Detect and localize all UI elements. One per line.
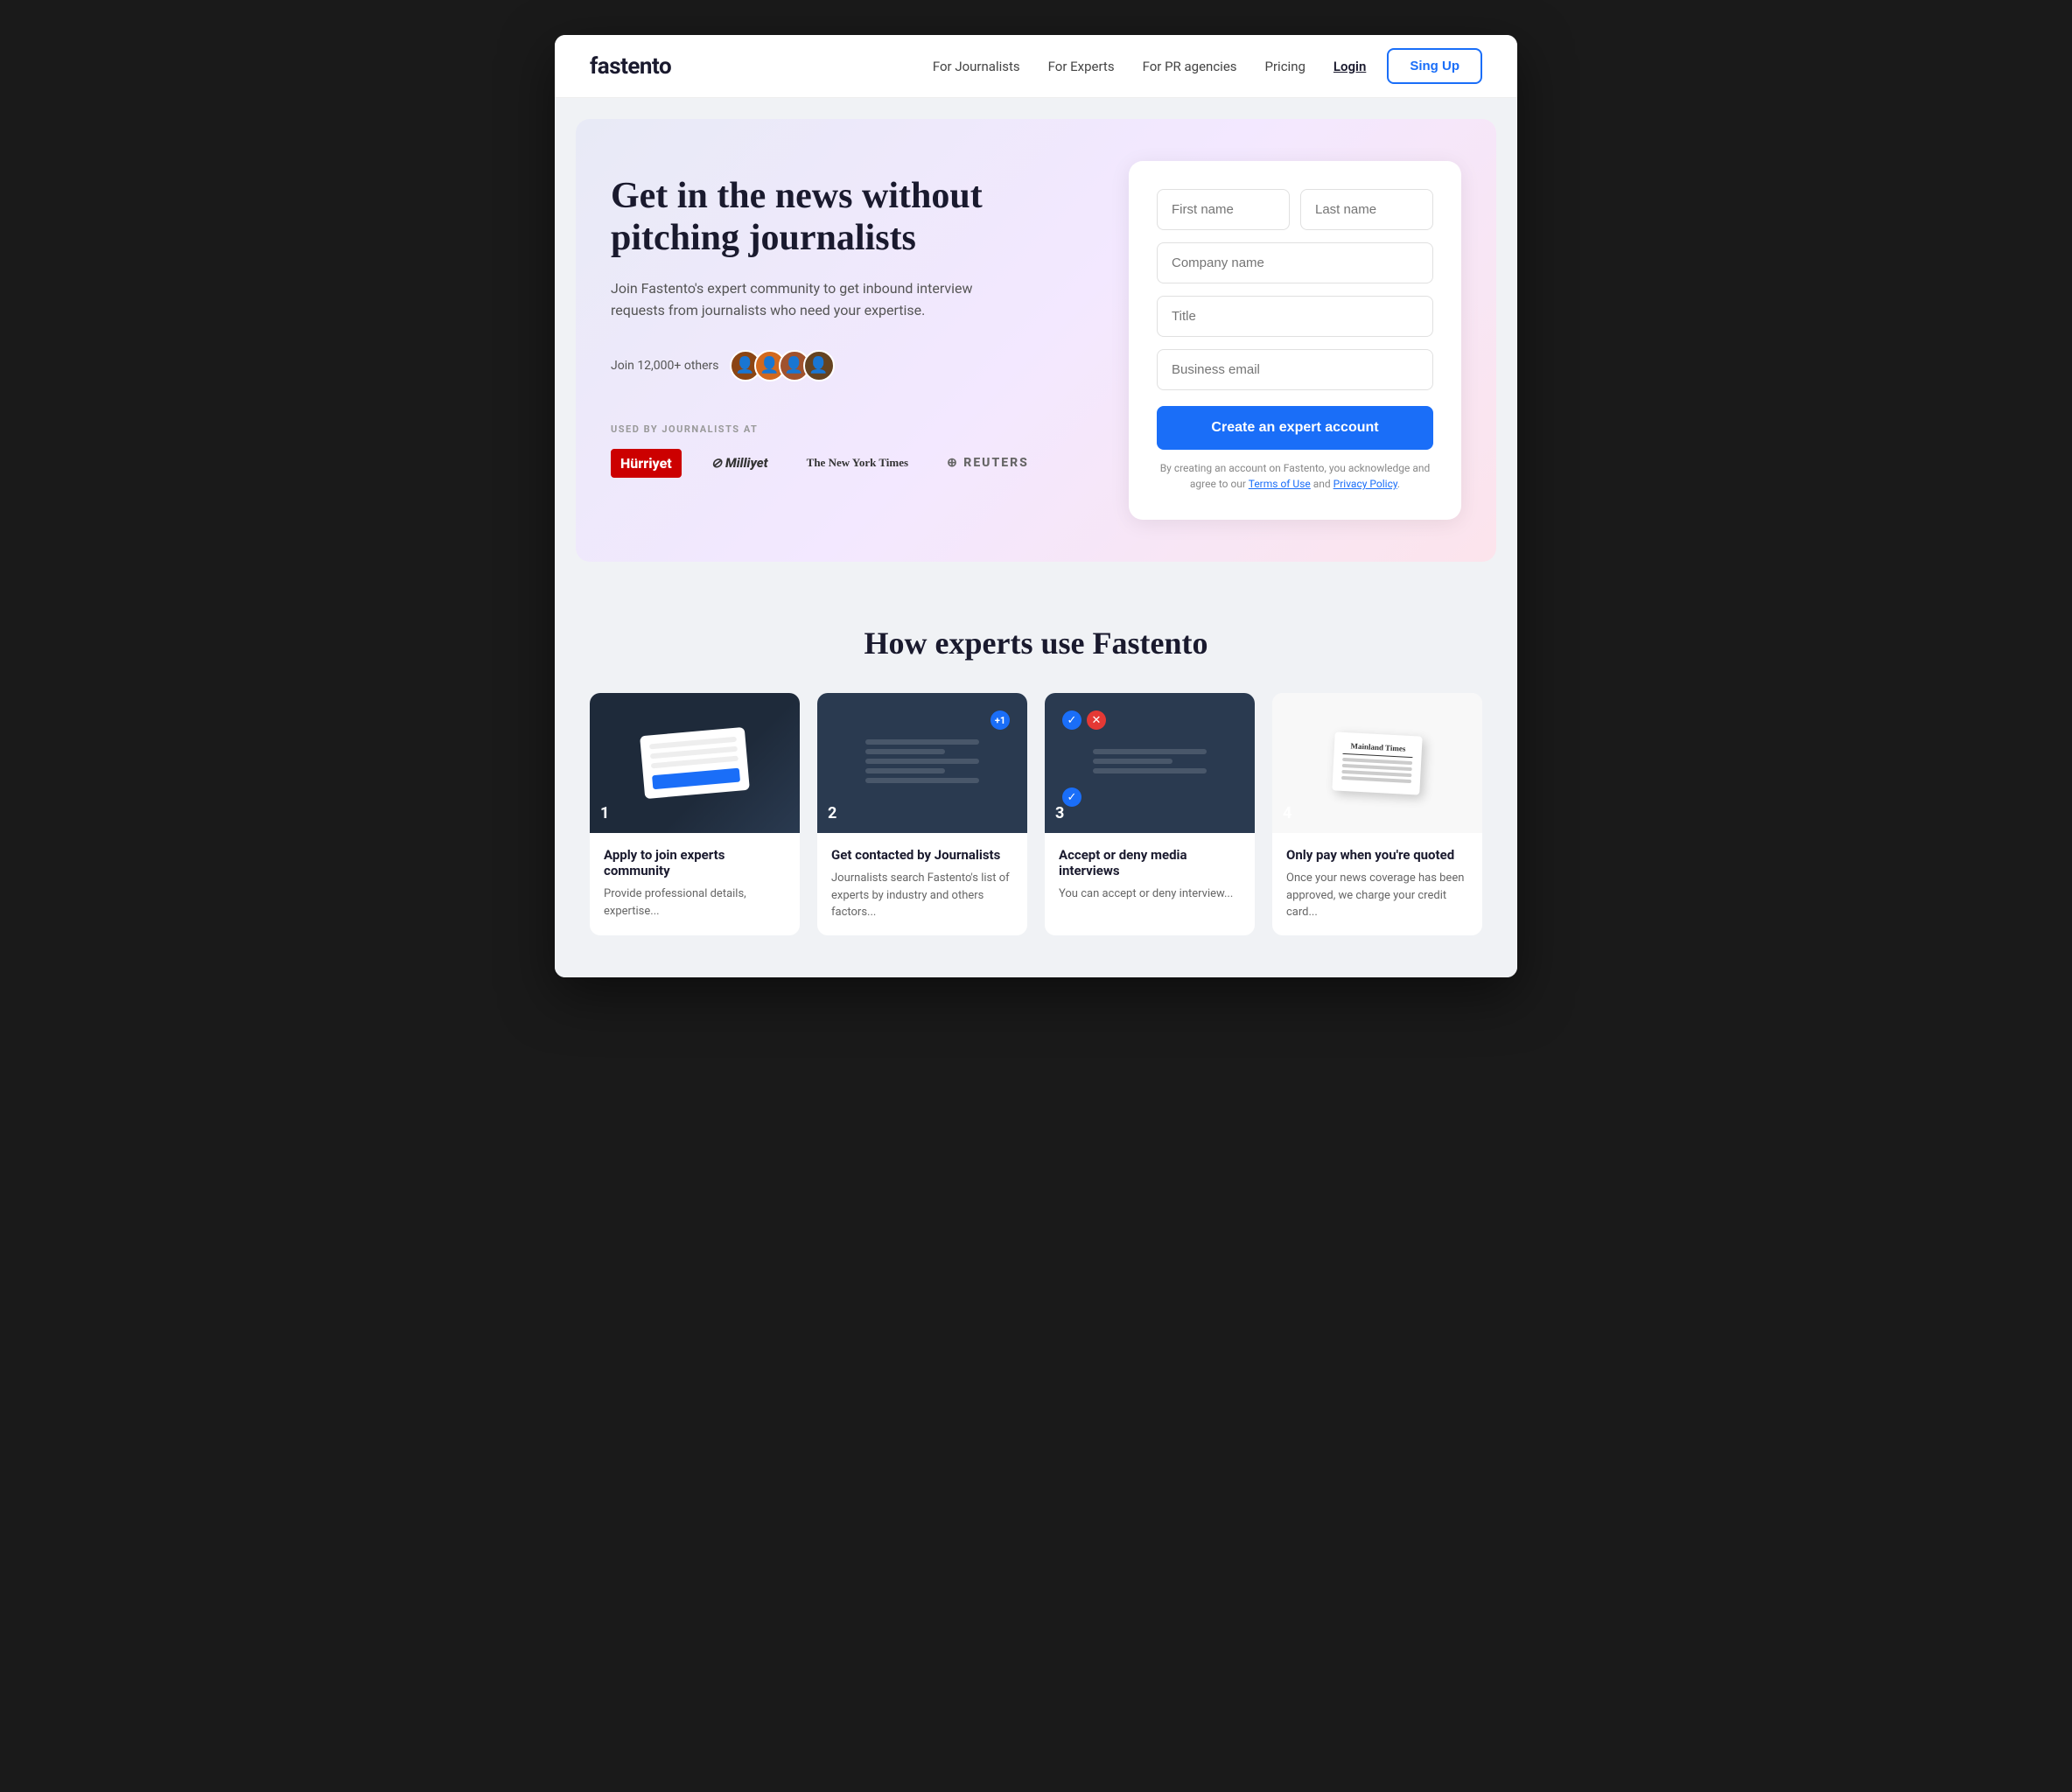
nav-item-login[interactable]: Login: [1334, 58, 1366, 74]
mock-line-dark: [1093, 749, 1207, 754]
step-number-4: 4: [1283, 804, 1292, 822]
newspaper-mockup: Mainland Times: [1332, 732, 1422, 794]
lines-mockup-3: [1093, 749, 1207, 778]
mock-line-dark: [865, 768, 945, 774]
nav-link-login[interactable]: Login: [1334, 59, 1366, 74]
mock-line-dark: [865, 749, 945, 754]
nav-item-experts[interactable]: For Experts: [1048, 58, 1115, 74]
email-input[interactable]: [1157, 349, 1433, 390]
mock-line-dark: [1093, 759, 1172, 764]
logo-milliyet: ⊘ Milliyet: [703, 450, 777, 476]
title-group: [1157, 296, 1433, 337]
create-account-button[interactable]: Create an expert account: [1157, 406, 1433, 450]
step-desc-3: You can accept or deny interview...: [1059, 886, 1241, 903]
step-number-2: 2: [828, 804, 836, 822]
mock-line-dark: [1093, 768, 1207, 774]
steps-grid: 1 Apply to join experts community Provid…: [590, 693, 1482, 935]
navbar: fastento For Journalists For Experts For…: [555, 35, 1517, 98]
x-icon: ✕: [1087, 710, 1106, 730]
terms-link[interactable]: Terms of Use: [1249, 478, 1311, 490]
step-image-3: ✓ ✕ ✓ 3: [1045, 693, 1255, 833]
step-title-3: Accept or deny media interviews: [1059, 847, 1241, 878]
newspaper-title: Mainland Times: [1342, 740, 1413, 757]
name-row: [1157, 189, 1433, 230]
mock-line-dark: [865, 739, 979, 745]
notification-badge: +1: [990, 710, 1010, 730]
step-number-1: 1: [600, 804, 609, 822]
how-section: How experts use Fastento 1 Apply to join…: [555, 583, 1517, 977]
step-number-3: 3: [1055, 804, 1064, 822]
nav-link-pr[interactable]: For PR agencies: [1143, 59, 1237, 74]
form-mockup: [640, 727, 750, 799]
mock-line-dark: [865, 778, 979, 783]
hero-right: Create an expert account By creating an …: [1129, 161, 1461, 520]
step-card-1: 1 Apply to join experts community Provid…: [590, 693, 800, 935]
step-content-4: Only pay when you're quoted Once your ne…: [1272, 833, 1482, 935]
nav-item-pr[interactable]: For PR agencies: [1143, 58, 1237, 74]
step-content-1: Apply to join experts community Provide …: [590, 833, 800, 934]
nav-links: For Journalists For Experts For PR agenc…: [933, 58, 1367, 74]
hero-section: Get in the news without pitching journal…: [576, 119, 1496, 562]
step-title-4: Only pay when you're quoted: [1286, 847, 1468, 863]
step-content-3: Accept or deny media interviews You can …: [1045, 833, 1255, 917]
join-row: Join 12,000+ others 👤 👤 👤 👤: [611, 350, 1094, 382]
mock-line: [1342, 763, 1412, 770]
form-disclaimer: By creating an account on Fastento, you …: [1157, 460, 1433, 492]
newspaper-lines: [1341, 757, 1412, 782]
nav-link-journalists[interactable]: For Journalists: [933, 59, 1020, 74]
mock-line: [1341, 775, 1411, 782]
avatars: 👤 👤 👤 👤: [730, 350, 835, 382]
step-content-2: Get contacted by Journalists Journalists…: [817, 833, 1027, 935]
step-image-4: Mainland Times 4: [1272, 693, 1482, 833]
privacy-link[interactable]: Privacy Policy: [1334, 478, 1397, 490]
step-card-2: +1 2 Get contacted by Journalists Journa…: [817, 693, 1027, 935]
signup-form-card: Create an expert account By creating an …: [1129, 161, 1461, 520]
title-input[interactable]: [1157, 296, 1433, 337]
last-name-input[interactable]: [1300, 189, 1433, 230]
used-by: USED BY JOURNALISTS AT Hürriyet ⊘ Milliy…: [611, 424, 1094, 478]
mock-line-dark: [865, 759, 979, 764]
step-desc-1: Provide professional details, expertise.…: [604, 886, 786, 920]
used-by-label: USED BY JOURNALISTS AT: [611, 424, 1094, 435]
brand-logo[interactable]: fastento: [590, 53, 671, 80]
hero-title: Get in the news without pitching journal…: [611, 175, 1094, 260]
company-input[interactable]: [1157, 242, 1433, 284]
logo-hurriyet: Hürriyet: [611, 449, 682, 478]
mock-btn: [652, 768, 740, 790]
company-group: [1157, 242, 1433, 284]
mock-line: [1341, 769, 1411, 776]
email-group: [1157, 349, 1433, 390]
step-title-2: Get contacted by Journalists: [831, 847, 1013, 863]
first-name-input[interactable]: [1157, 189, 1290, 230]
logos-row: Hürriyet ⊘ Milliyet The New York Times ⊕…: [611, 449, 1094, 478]
browser-window: fastento For Journalists For Experts For…: [555, 35, 1517, 977]
check-icon-2: ✓: [1062, 788, 1082, 807]
logo-nyt: The New York Times: [798, 451, 917, 475]
hero-subtitle: Join Fastento's expert community to get …: [611, 277, 978, 322]
step-card-3: ✓ ✕ ✓ 3 Accept or deny media interviews …: [1045, 693, 1255, 935]
logo-reuters: ⊕ REUTERS: [938, 451, 1038, 475]
avatar: 👤: [803, 350, 835, 382]
join-text: Join 12,000+ others: [611, 359, 719, 373]
step-image-2: +1 2: [817, 693, 1027, 833]
mock-line: [1342, 757, 1412, 764]
step-card-4: Mainland Times 4 Only pay when you're qu…: [1272, 693, 1482, 935]
nav-link-experts[interactable]: For Experts: [1048, 59, 1115, 74]
step-desc-4: Once your news coverage has been approve…: [1286, 870, 1468, 921]
step-image-1: 1: [590, 693, 800, 833]
nav-item-journalists[interactable]: For Journalists: [933, 58, 1020, 74]
step-desc-2: Journalists search Fastento's list of ex…: [831, 870, 1013, 921]
check-icon: ✓: [1062, 710, 1082, 730]
signup-button[interactable]: Sing Up: [1387, 48, 1482, 84]
lines-mockup: [865, 739, 979, 788]
step-title-1: Apply to join experts community: [604, 847, 786, 878]
nav-item-pricing[interactable]: Pricing: [1265, 58, 1306, 74]
nav-link-pricing[interactable]: Pricing: [1265, 59, 1306, 74]
hero-left: Get in the news without pitching journal…: [611, 161, 1094, 478]
how-title: How experts use Fastento: [590, 625, 1482, 662]
